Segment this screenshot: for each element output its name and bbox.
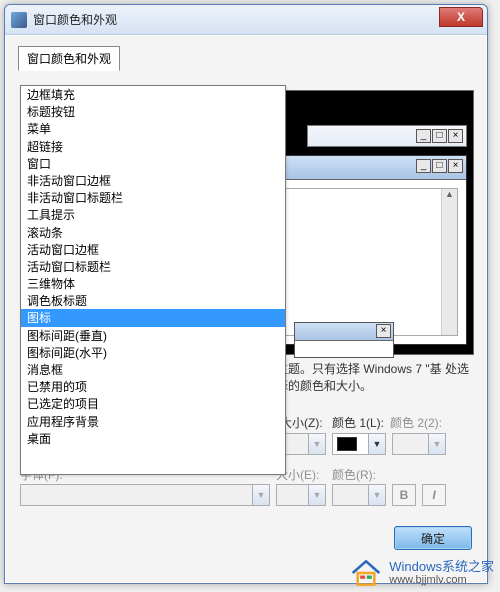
minimize-icon: _ xyxy=(416,129,431,143)
preview-inactive-window: _ □ × xyxy=(307,125,467,147)
preview-area: _ □ × _ □ × × xyxy=(266,90,474,355)
font-row: ▼ ▼ ▼ B I xyxy=(20,484,472,506)
color1-label: 颜色 1(L): xyxy=(330,414,388,431)
close-button[interactable]: X xyxy=(439,7,483,27)
dropdown-option[interactable]: 超链接 xyxy=(21,138,285,155)
preview-messagebox: × xyxy=(294,322,394,358)
close-icon: × xyxy=(448,129,463,143)
dropdown-option[interactable]: 图标 xyxy=(21,309,285,326)
preview-active-titlebar: _ □ × xyxy=(274,156,466,180)
italic-button: I xyxy=(422,484,446,506)
item-dropdown-panel[interactable]: 边框填充标题按钮菜单超链接窗口非活动窗口边框非活动窗口标题栏工具提示滚动条活动窗… xyxy=(20,85,286,475)
dropdown-option[interactable]: 非活动窗口标题栏 xyxy=(21,189,285,206)
dropdown-option[interactable]: 菜单 xyxy=(21,120,285,137)
color1-combo[interactable]: ▼ xyxy=(332,433,386,455)
dropdown-option[interactable]: 应用程序背景 xyxy=(21,413,285,430)
ok-button[interactable]: 确定 xyxy=(394,526,472,550)
preview-active-buttons: _ □ × xyxy=(416,159,463,173)
preview-inactive-buttons: _ □ × xyxy=(416,129,463,143)
fcolor-label: 颜色(R): xyxy=(332,466,376,483)
dropdown-option[interactable]: 图标间距(水平) xyxy=(21,344,285,361)
dialog-window: 窗口颜色和外观 X 窗口颜色和外观 _ □ × _ □ × xyxy=(4,4,488,584)
preview-inner xyxy=(282,188,458,336)
dropdown-option[interactable]: 滚动条 xyxy=(21,224,285,241)
preview-msg-title: × xyxy=(295,323,393,341)
color2-combo: ▼ xyxy=(392,433,446,455)
font-color-combo: ▼ xyxy=(332,484,386,506)
size-color-labels: 大小(Z): 颜色 1(L): 颜色 2(2): xyxy=(278,414,472,431)
watermark-text: Windows系统之家 www.bjjmlv.com xyxy=(389,560,494,586)
dropdown-option[interactable]: 图标间距(垂直) xyxy=(21,327,285,344)
dropdown-option[interactable]: 已选定的项目 xyxy=(21,395,285,412)
titlebar[interactable]: 窗口颜色和外观 X xyxy=(5,5,487,35)
dropdown-option[interactable]: 工具提示 xyxy=(21,206,285,223)
minimize-icon: _ xyxy=(416,159,431,173)
close-icon: × xyxy=(448,159,463,173)
house-icon xyxy=(349,558,383,588)
preview-active-window: _ □ × × xyxy=(273,155,467,345)
chevron-down-icon: ▼ xyxy=(252,485,269,505)
maximize-icon: □ xyxy=(432,129,447,143)
client-area: 窗口颜色和外观 _ □ × _ □ × xyxy=(6,36,486,582)
maximize-icon: □ xyxy=(432,159,447,173)
button-row: 确定 xyxy=(394,526,472,550)
close-icon: × xyxy=(376,324,391,338)
color2-label: 颜色 2(2): xyxy=(388,414,446,431)
dropdown-option[interactable]: 已禁用的项 xyxy=(21,378,285,395)
bold-button: B xyxy=(392,484,416,506)
dropdown-option[interactable]: 三维物体 xyxy=(21,275,285,292)
dropdown-option[interactable]: 边框填充 xyxy=(21,86,285,103)
dropdown-option[interactable]: 活动窗口标题栏 xyxy=(21,258,285,275)
dropdown-option[interactable]: 非活动窗口边框 xyxy=(21,172,285,189)
dropdown-option[interactable]: 消息框 xyxy=(21,361,285,378)
chevron-down-icon: ▼ xyxy=(368,485,385,505)
item-dropdown-list: 边框填充标题按钮菜单超链接窗口非活动窗口边框非活动窗口标题栏工具提示滚动条活动窗… xyxy=(21,86,285,447)
font-combo: ▼ xyxy=(20,484,270,506)
watermark-url: www.bjjmlv.com xyxy=(389,574,494,586)
scrollbar-icon xyxy=(441,189,457,335)
dropdown-option[interactable]: 活动窗口边框 xyxy=(21,241,285,258)
dropdown-option[interactable]: 调色板标题 xyxy=(21,292,285,309)
chevron-down-icon[interactable]: ▼ xyxy=(368,434,385,454)
dropdown-option[interactable]: 桌面 xyxy=(21,430,285,447)
watermark-brand: Windows系统之家 xyxy=(389,560,494,574)
color-swatch-icon xyxy=(337,437,357,451)
tab-appearance[interactable]: 窗口颜色和外观 xyxy=(18,46,120,71)
watermark: Windows系统之家 www.bjjmlv.com xyxy=(349,558,494,588)
window-title: 窗口颜色和外观 xyxy=(33,11,117,28)
dropdown-option[interactable]: 窗口 xyxy=(21,155,285,172)
description-text: 主题。只有选择 Windows 7 "基 处选择的颜色和大小。 xyxy=(276,361,472,396)
font-size-combo: ▼ xyxy=(276,484,326,506)
dropdown-option[interactable]: 标题按钮 xyxy=(21,103,285,120)
chevron-down-icon: ▼ xyxy=(308,434,325,454)
chevron-down-icon: ▼ xyxy=(428,434,445,454)
app-icon xyxy=(11,12,27,28)
chevron-down-icon: ▼ xyxy=(308,485,325,505)
